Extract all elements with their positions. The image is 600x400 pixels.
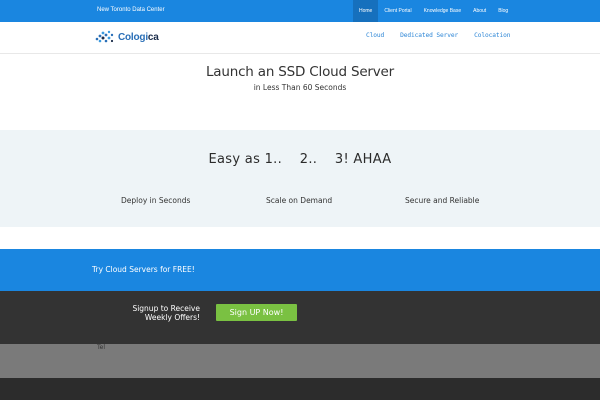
logo[interactable]: Cologica (95, 30, 159, 44)
features-section: Easy as 1.. 2.. 3! AHAA Deploy in Second… (0, 130, 600, 227)
logo-dots-icon (95, 30, 114, 43)
footer-tel: Tel (97, 344, 106, 351)
nav-colocation[interactable]: Colocation (474, 32, 510, 39)
try-banner-text[interactable]: Try Cloud Servers for FREE! (92, 265, 195, 274)
top-nav-home[interactable]: Home (353, 0, 379, 22)
feature-scale: Scale on Demand (266, 196, 333, 205)
top-nav-client-portal[interactable]: Client Portal (378, 0, 417, 22)
footer-contact: Tel (0, 344, 600, 378)
top-nav: Home Client Portal Knowledge Base About … (353, 0, 514, 22)
top-bar: New Toronto Data Center Home Client Port… (0, 0, 600, 22)
main-nav: Cloud Dedicated Server Colocation (366, 32, 526, 39)
signup-label: Signup to Receive Weekly Offers! (120, 304, 200, 322)
nav-cloud[interactable]: Cloud (366, 32, 384, 39)
hero-title: Launch an SSD Cloud Server (205, 64, 395, 80)
site-header: Cologica Cloud Dedicated Server Colocati… (0, 22, 600, 54)
tagline: New Toronto Data Center (97, 7, 165, 13)
top-nav-blog[interactable]: Blog (492, 0, 514, 22)
top-nav-knowledge-base[interactable]: Knowledge Base (418, 0, 468, 22)
logo-text: Cologica (118, 32, 159, 43)
signup-label-line2: Weekly Offers! (144, 313, 200, 322)
signup-section: Signup to Receive Weekly Offers! Sign UP… (0, 291, 600, 344)
top-nav-about[interactable]: About (467, 0, 492, 22)
footer-bottom (0, 378, 600, 400)
try-banner: Try Cloud Servers for FREE! (0, 249, 600, 291)
feature-deploy: Deploy in Seconds (121, 196, 191, 205)
signup-label-line1: Signup to Receive (132, 304, 200, 313)
signup-button[interactable]: Sign UP Now! (216, 304, 297, 321)
hero-subtitle: in Less Than 60 Seconds (253, 83, 347, 92)
logo-text-accent: ca (147, 31, 159, 43)
nav-dedicated-server[interactable]: Dedicated Server (400, 32, 458, 39)
features-heading: Easy as 1.. 2.. 3! AHAA (208, 152, 392, 167)
feature-secure: Secure and Reliable (405, 196, 480, 205)
logo-text-main: Cologi (118, 31, 148, 43)
